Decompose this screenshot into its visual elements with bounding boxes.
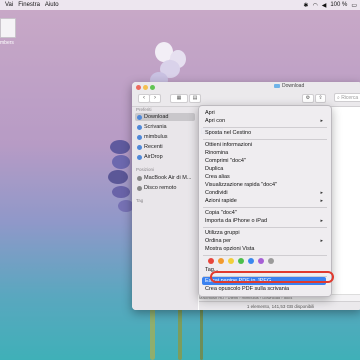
- status-bar: 1 elemento, 141,53 GB disponibili: [199, 301, 360, 310]
- airdrop-icon: [137, 154, 142, 160]
- sidebar-item-download[interactable]: Download: [135, 113, 195, 121]
- submenu-arrow-icon: ▸: [320, 198, 323, 204]
- tag-gray-icon[interactable]: [268, 258, 274, 264]
- submenu-arrow-icon: ▸: [320, 190, 323, 196]
- menu-item-copia[interactable]: Copia "doc4": [205, 209, 323, 217]
- menu-item-visualizzazione-rapida[interactable]: Visualizzazione rapida "doc4": [205, 181, 323, 189]
- download-icon: [137, 114, 142, 120]
- bluetooth-icon[interactable]: ✱: [303, 2, 308, 9]
- search-input[interactable]: ⌕ Ricerca: [334, 93, 360, 102]
- locations-header: Posizioni: [136, 167, 155, 172]
- wifi-icon[interactable]: ◠: [312, 2, 317, 9]
- menu-item-apri[interactable]: Apri: [205, 109, 323, 117]
- menu-item-crea-alias[interactable]: Crea alias: [205, 173, 323, 181]
- menu-item-crea-opuscolo-pdf[interactable]: Crea opuscolo PDF sulla scrivania: [205, 285, 323, 293]
- window-title: Download: [274, 83, 304, 89]
- share-icon[interactable]: ⇪: [315, 94, 326, 103]
- sidebar-item-macbook[interactable]: MacBook Air di M...: [135, 174, 195, 182]
- menu-separator: [203, 207, 327, 208]
- window-toolbar: Download ‹ › ▦ ▤ ⚙ ⇪ ⌕ Ricerca: [132, 82, 360, 107]
- menu-item-importa-iphone[interactable]: Importa da iPhone o iPad ▸: [205, 217, 323, 225]
- menu-item-ottieni-info[interactable]: Ottieni informazioni: [205, 141, 323, 149]
- battery-icon[interactable]: ▭: [351, 2, 357, 9]
- menu-item-azioni-rapide[interactable]: Azioni rapide ▸: [205, 197, 323, 205]
- submenu-arrow-icon: ▸: [320, 238, 323, 244]
- laptop-icon: [137, 175, 142, 181]
- search-icon: ⌕: [337, 95, 340, 101]
- tag-green-icon[interactable]: [238, 258, 244, 264]
- menu-separator: [203, 139, 327, 140]
- desktop-file-icon[interactable]: [0, 18, 16, 38]
- sidebar-item-scrivania[interactable]: Scrivania: [135, 123, 195, 131]
- tag-purple-icon[interactable]: [258, 258, 264, 264]
- sidebar-item-mimbulus[interactable]: mimbulus: [135, 133, 195, 141]
- tags-header: Tag: [136, 198, 144, 203]
- home-icon: [137, 134, 142, 140]
- menu-item-condividi[interactable]: Condividi ▸: [205, 189, 323, 197]
- minimize-icon[interactable]: [143, 85, 148, 90]
- submenu-arrow-icon: ▸: [320, 118, 323, 124]
- close-icon[interactable]: [136, 85, 141, 90]
- annotation-highlight-ring: [210, 271, 334, 283]
- desktop-file-label[interactable]: mbers: [0, 40, 14, 46]
- menu-aiuto[interactable]: Aiuto: [45, 2, 59, 8]
- tag-red-icon[interactable]: [208, 258, 214, 264]
- menu-item-ordina-per[interactable]: Ordina per ▸: [205, 237, 323, 245]
- favorites-header: Preferiti: [136, 107, 152, 112]
- menu-item-duplica[interactable]: Duplica: [205, 165, 323, 173]
- menu-separator: [203, 127, 327, 128]
- group-button[interactable]: ▤: [189, 94, 201, 103]
- menu-bar: Vai Finestra Aiuto ✱ ◠ ◀ 100 % ▭: [0, 0, 360, 10]
- context-menu: Apri Apri con ▸ Sposta nel Cestino Ottien…: [198, 105, 332, 297]
- view-mode-button[interactable]: ▦: [170, 94, 188, 103]
- battery-label[interactable]: 100 %: [330, 2, 347, 8]
- menu-item-apri-con[interactable]: Apri con ▸: [205, 117, 323, 125]
- menu-item-comprimi[interactable]: Comprimi "doc4": [205, 157, 323, 165]
- menu-item-sposta-cestino[interactable]: Sposta nel Cestino: [205, 129, 323, 137]
- menu-vai[interactable]: Vai: [5, 2, 13, 8]
- sidebar-item-airdrop[interactable]: AirDrop: [135, 153, 195, 161]
- desktop-icon: [137, 124, 142, 130]
- menu-item-utilizza-gruppi[interactable]: Utilizza gruppi: [205, 229, 323, 237]
- menu-separator: [203, 227, 327, 228]
- menu-item-rinomina[interactable]: Rinomina: [205, 149, 323, 157]
- submenu-arrow-icon: ▸: [320, 218, 323, 224]
- forward-button[interactable]: ›: [149, 94, 161, 103]
- zoom-icon[interactable]: [150, 85, 155, 90]
- clock-icon: [137, 144, 142, 150]
- speaker-icon[interactable]: ◀: [322, 2, 327, 9]
- tag-blue-icon[interactable]: [248, 258, 254, 264]
- disc-icon: [137, 185, 142, 191]
- tag-orange-icon[interactable]: [218, 258, 224, 264]
- sidebar-item-disco-remoto[interactable]: Disco remoto: [135, 184, 195, 192]
- menu-finestra[interactable]: Finestra: [18, 2, 40, 8]
- folder-icon: [274, 83, 280, 88]
- action-gear-icon[interactable]: ⚙: [302, 94, 314, 103]
- menu-item-opzioni-vista[interactable]: Mostra opzioni Vista: [205, 245, 323, 253]
- finder-sidebar: Preferiti Download Scrivania mimbulus Re…: [132, 107, 198, 310]
- sidebar-item-recenti[interactable]: Recenti: [135, 143, 195, 151]
- tag-yellow-icon[interactable]: [228, 258, 234, 264]
- menu-separator: [203, 255, 327, 256]
